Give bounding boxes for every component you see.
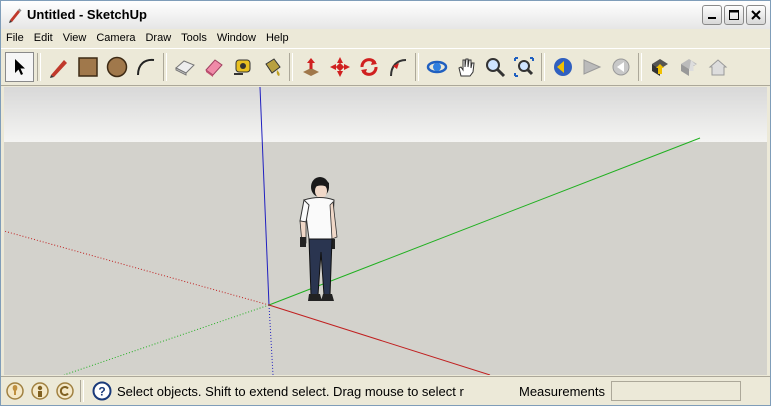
geo-location-button[interactable] — [4, 380, 26, 402]
status-bar: ? Select objects. Shift to extend select… — [1, 376, 770, 405]
svg-text:?: ? — [98, 385, 105, 399]
tape-measure-icon — [233, 59, 250, 75]
menu-view[interactable]: View — [58, 32, 92, 44]
copyright-icon — [56, 382, 74, 400]
zoom-extents-tool-button[interactable] — [509, 52, 538, 82]
circle-tool-button[interactable] — [102, 52, 131, 82]
sketchup-app-icon — [7, 7, 23, 23]
orbit-icon — [426, 60, 447, 74]
follow-me-tool-button[interactable] — [383, 52, 412, 82]
select-tool-button[interactable] — [5, 52, 34, 82]
components-icon — [651, 59, 668, 76]
rotate-icon — [360, 58, 377, 76]
person-badge-icon — [31, 382, 49, 400]
status-message: Select objects. Shift to extend select. … — [117, 383, 464, 399]
forward-view-icon — [612, 58, 629, 76]
next-view-button[interactable] — [577, 52, 606, 82]
components-button[interactable] — [645, 52, 674, 82]
rectangle-icon — [77, 57, 98, 77]
eraser-tool-button[interactable] — [199, 52, 228, 82]
pan-icon — [457, 58, 475, 77]
menu-tools[interactable]: Tools — [176, 32, 212, 44]
measurements-label: Measurements — [519, 383, 605, 399]
toolbar-separator — [415, 53, 419, 81]
menu-bar: File Edit View Camera Draw Tools Window … — [1, 29, 770, 47]
toolbar-separator — [541, 53, 545, 81]
zoom-tool-button[interactable] — [480, 52, 509, 82]
push-pull-tool-button[interactable] — [296, 52, 325, 82]
sky — [4, 87, 767, 142]
zoom-extents-icon — [513, 57, 534, 77]
status-separator — [80, 380, 84, 402]
measurements-input[interactable] — [610, 381, 741, 401]
pan-tool-button[interactable] — [451, 52, 480, 82]
arc-icon — [136, 58, 154, 76]
paint-bucket-tool-button[interactable] — [257, 52, 286, 82]
previous-view-button[interactable] — [548, 52, 577, 82]
warehouse-upload-button[interactable] — [674, 52, 703, 82]
previous-view-icon — [553, 58, 572, 76]
make-component-button[interactable] — [170, 52, 199, 82]
instructor-button[interactable]: ? — [91, 380, 113, 402]
toolbar-separator — [163, 53, 167, 81]
rectangle-tool-button[interactable] — [73, 52, 102, 82]
pencil-icon — [49, 60, 67, 78]
pencil-tool-button[interactable] — [44, 52, 73, 82]
circle-icon — [106, 56, 127, 78]
toolbar — [1, 48, 770, 86]
zoom-icon — [485, 58, 505, 78]
title-bar: Untitled - SketchUp — [1, 1, 770, 30]
paint-eraser-icon — [204, 59, 223, 77]
credits-button[interactable] — [29, 380, 51, 402]
lightbulb-icon — [6, 382, 24, 400]
help-icon: ? — [92, 381, 112, 401]
window-title: Untitled - SketchUp — [27, 7, 147, 22]
menu-edit[interactable]: Edit — [29, 32, 58, 44]
toolbar-separator — [638, 53, 642, 81]
move-icon — [329, 57, 350, 77]
push-pull-icon — [302, 58, 319, 76]
copyright-button[interactable] — [54, 380, 76, 402]
menu-window[interactable]: Window — [212, 32, 261, 44]
orbit-tool-button[interactable] — [422, 52, 451, 82]
select-arrow-icon — [14, 59, 25, 75]
close-button[interactable] — [746, 5, 766, 25]
3d-scene — [4, 87, 767, 375]
menu-camera[interactable]: Camera — [91, 32, 140, 44]
model-viewport[interactable] — [4, 87, 767, 375]
warehouse-house-button[interactable] — [703, 52, 732, 82]
menu-draw[interactable]: Draw — [140, 32, 176, 44]
sketchup-window: Untitled - SketchUp File Edit View Camer… — [0, 0, 771, 406]
warehouse-house-icon — [708, 59, 727, 76]
move-tool-button[interactable] — [325, 52, 354, 82]
toolbar-separator — [37, 53, 41, 81]
next-view-icon — [583, 59, 601, 75]
maximize-button[interactable] — [724, 5, 744, 25]
follow-me-icon — [389, 59, 406, 77]
forward-view-button[interactable] — [606, 52, 635, 82]
paint-bucket-icon — [264, 58, 281, 76]
eraser-icon — [174, 60, 195, 76]
menu-help[interactable]: Help — [261, 32, 294, 44]
arc-tool-button[interactable] — [131, 52, 160, 82]
menu-file[interactable]: File — [1, 32, 29, 44]
minimize-button[interactable] — [702, 5, 722, 25]
ground-plane — [4, 142, 767, 375]
rotate-tool-button[interactable] — [354, 52, 383, 82]
toolbar-separator — [289, 53, 293, 81]
tape-measure-tool-button[interactable] — [228, 52, 257, 82]
warehouse-up-icon — [680, 59, 697, 76]
